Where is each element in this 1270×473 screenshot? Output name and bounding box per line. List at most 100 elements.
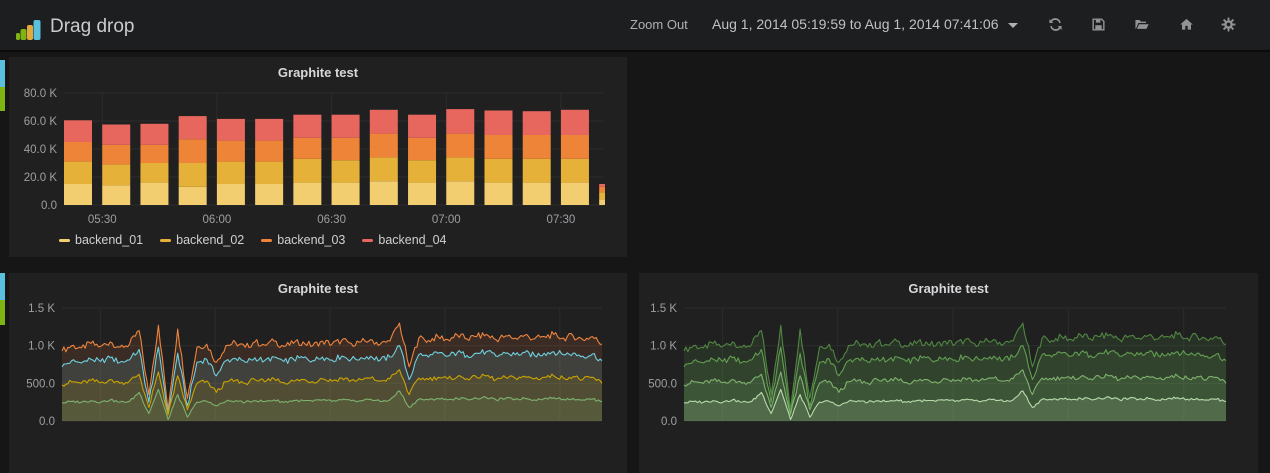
bar-segment[interactable] (561, 110, 589, 135)
bar-segment[interactable] (140, 183, 168, 205)
legend-item[interactable]: backend_01 (59, 233, 143, 247)
bar-segment[interactable] (484, 159, 512, 183)
save-icon[interactable] (1090, 17, 1106, 33)
legend-label: backend_04 (378, 233, 446, 247)
bar-segment[interactable] (370, 157, 398, 181)
y-tick-label: 0.0 (39, 416, 55, 428)
time-picker-button[interactable]: Aug 1, 2014 05:19:59 to Aug 1, 2014 07:4… (712, 16, 1018, 32)
open-folder-icon[interactable] (1134, 17, 1150, 33)
x-tick-label: 07:00 (432, 214, 461, 226)
gear-icon[interactable] (1220, 17, 1236, 33)
y-tick-label: 0.0 (41, 200, 57, 212)
bar-segment[interactable] (599, 199, 605, 205)
bar-segment[interactable] (332, 160, 360, 182)
legend-item[interactable]: backend_03 (261, 233, 345, 247)
home-icon[interactable] (1178, 17, 1194, 33)
bar-segment[interactable] (484, 135, 512, 159)
bar-segment[interactable] (64, 162, 92, 184)
bar-segment[interactable] (370, 134, 398, 158)
row2-handle-cyan[interactable] (0, 273, 5, 300)
bar-segment[interactable] (332, 115, 360, 138)
bar-segment[interactable] (561, 135, 589, 159)
y-tick-label: 20.0 K (24, 172, 58, 184)
bar-segment[interactable] (599, 184, 605, 187)
y-tick-label: 1.5 K (28, 303, 55, 315)
bar-segment[interactable] (523, 135, 551, 159)
bar-segment[interactable] (293, 159, 321, 183)
bar-segment[interactable] (561, 159, 589, 183)
bar-segment[interactable] (255, 184, 283, 205)
bar-segment[interactable] (217, 141, 245, 162)
bar-segment[interactable] (102, 164, 130, 185)
bar-segment[interactable] (293, 138, 321, 159)
bar-segment[interactable] (179, 139, 207, 163)
panel-graphite-lines-right: Graphite test 0.0500.01.0 K1.5 K (639, 273, 1258, 473)
bar-segment[interactable] (293, 115, 321, 138)
bar-segment[interactable] (217, 184, 245, 205)
bar-segment[interactable] (408, 138, 436, 160)
bar-segment[interactable] (561, 183, 589, 205)
bar-segment[interactable] (140, 145, 168, 163)
bar-segment[interactable] (255, 162, 283, 184)
bar-segment[interactable] (446, 134, 474, 158)
bar-segment[interactable] (64, 120, 92, 142)
row2-handle-green[interactable] (0, 300, 5, 325)
bar-segment[interactable] (179, 187, 207, 205)
y-tick-label: 1.5 K (650, 303, 677, 315)
x-tick-label: 07:30 (547, 214, 576, 226)
bar-segment[interactable] (408, 183, 436, 205)
bar-segment[interactable] (217, 162, 245, 184)
y-tick-label: 1.0 K (28, 341, 55, 353)
dashboard-title-link[interactable]: Drag drop (16, 12, 135, 40)
bar-segment[interactable] (408, 115, 436, 138)
bar-segment[interactable] (523, 111, 551, 135)
legend-color-dash (261, 239, 272, 242)
y-tick-label: 0.0 (661, 416, 677, 428)
row1-handle-cyan[interactable] (0, 60, 5, 87)
bar-chart-plot[interactable]: 0.020.0 K40.0 K60.0 K80.0 K05:3006:0006:… (9, 57, 627, 232)
bar-segment[interactable] (408, 160, 436, 182)
bar-segment[interactable] (446, 181, 474, 205)
line-chart-plot-right[interactable]: 0.0500.01.0 K1.5 K (639, 273, 1258, 433)
bar-segment[interactable] (102, 185, 130, 205)
bar-segment[interactable] (140, 124, 168, 145)
bar-segment[interactable] (102, 125, 130, 145)
bar-segment[interactable] (446, 157, 474, 181)
bar-segment[interactable] (523, 159, 551, 183)
time-range-label: Aug 1, 2014 05:19:59 to Aug 1, 2014 07:4… (712, 16, 998, 32)
row1-handle-green[interactable] (0, 87, 5, 111)
panel-graphite-bar: Graphite test 0.020.0 K40.0 K60.0 K80.0 … (9, 57, 627, 257)
zoom-out-button[interactable]: Zoom Out (630, 17, 688, 32)
bar-segment[interactable] (293, 183, 321, 205)
bar-segment[interactable] (255, 119, 283, 141)
bar-segment[interactable] (179, 163, 207, 187)
bar-segment[interactable] (255, 141, 283, 162)
bar-segment[interactable] (64, 142, 92, 162)
bar-segment[interactable] (599, 187, 605, 193)
y-tick-label: 60.0 K (24, 116, 58, 128)
refresh-icon[interactable] (1047, 17, 1063, 33)
bar-segment[interactable] (370, 181, 398, 205)
x-tick-label: 06:30 (317, 214, 346, 226)
bar-segment[interactable] (332, 138, 360, 160)
bar-segment[interactable] (523, 183, 551, 205)
legend-item[interactable]: backend_02 (160, 233, 244, 247)
bar-segment[interactable] (446, 109, 474, 134)
bar-segment[interactable] (484, 111, 512, 136)
line-chart-plot-left[interactable]: 0.0500.01.0 K1.5 K (9, 273, 627, 433)
bar-segment[interactable] (102, 145, 130, 165)
page-title: Drag drop (50, 14, 135, 40)
panel-graphite-lines-left: Graphite test 0.0500.01.0 K1.5 K (9, 273, 627, 473)
bar-segment[interactable] (217, 119, 245, 141)
legend-item[interactable]: backend_04 (362, 233, 446, 247)
bar-segment[interactable] (332, 183, 360, 205)
bar-segment[interactable] (484, 183, 512, 205)
x-tick-label: 05:30 (88, 214, 117, 226)
bar-segment[interactable] (179, 116, 207, 139)
y-tick-label: 1.0 K (650, 341, 677, 353)
y-tick-label: 40.0 K (24, 144, 58, 156)
bar-segment[interactable] (599, 192, 605, 199)
bar-segment[interactable] (64, 184, 92, 205)
bar-segment[interactable] (140, 163, 168, 183)
bar-segment[interactable] (370, 110, 398, 134)
